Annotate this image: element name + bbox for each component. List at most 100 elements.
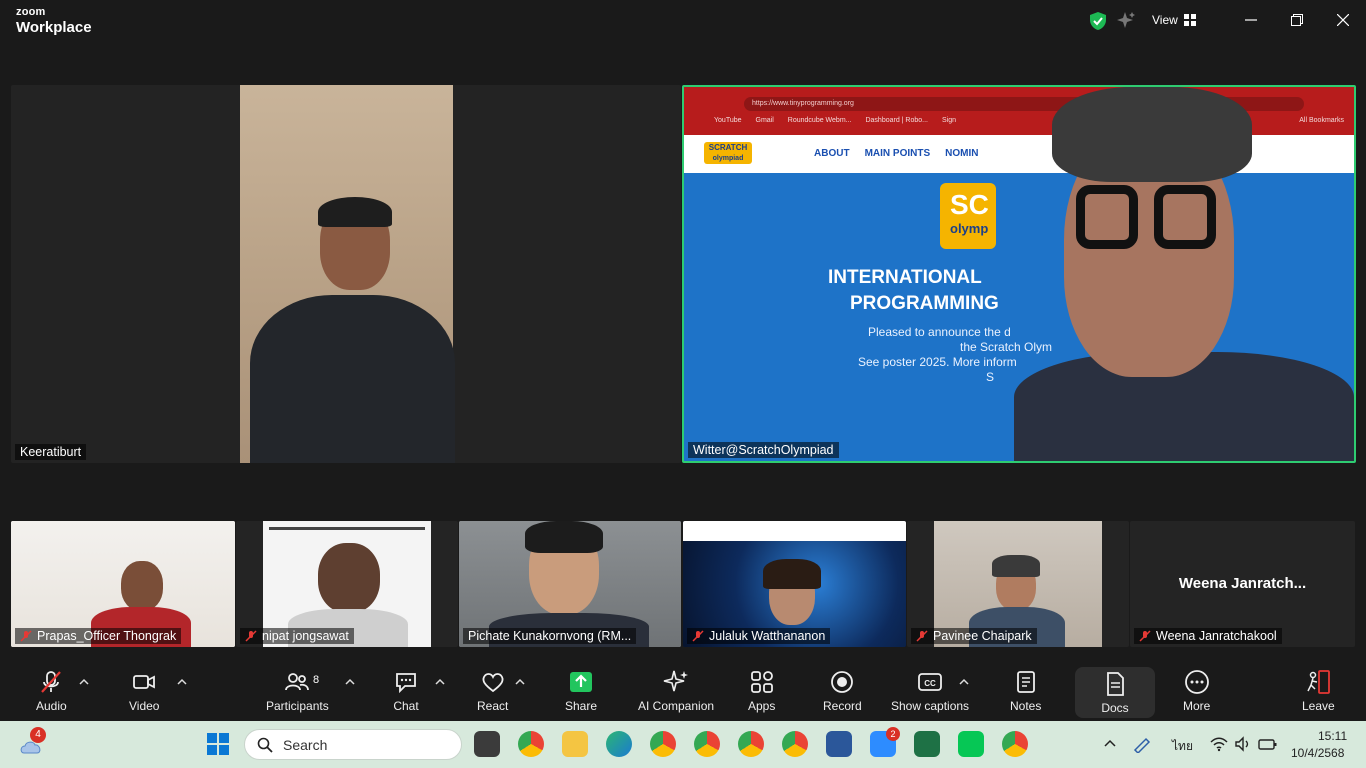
leave-icon [1307, 670, 1331, 694]
leave-label: Leave [1302, 699, 1335, 713]
participants-icon [285, 673, 310, 691]
input-language[interactable]: ไทย [1172, 737, 1193, 756]
chrome-profile-icon[interactable] [1002, 731, 1028, 757]
participant-name: Pichate Kunakornvong (RM... [468, 629, 632, 643]
volume-icon[interactable] [1234, 736, 1252, 752]
notes-icon [1016, 671, 1035, 693]
line-icon[interactable] [958, 731, 984, 757]
word-icon[interactable] [826, 731, 852, 757]
chat-button[interactable]: Chat [393, 669, 419, 713]
gallery-tile-weena[interactable]: Weena Janratch... Weena Janratchakool [1130, 521, 1355, 647]
gallery-tile-pichate[interactable]: Pichate Kunakornvong (RM... [459, 521, 681, 647]
svg-text:CC: CC [924, 679, 936, 688]
chrome-icon[interactable] [518, 731, 544, 757]
gallery-tile-pavinee[interactable]: Pavinee Chaipark [907, 521, 1129, 647]
more-button[interactable]: More [1183, 669, 1210, 713]
chrome-profile-icon[interactable] [782, 731, 808, 757]
participant-shirt [250, 295, 455, 463]
chrome-profile-icon[interactable] [694, 731, 720, 757]
video-button[interactable]: Video [129, 669, 159, 713]
captions-options-chevron-icon[interactable] [959, 677, 969, 687]
docs-button[interactable]: Docs [1075, 667, 1155, 718]
chrome-profile-icon[interactable] [738, 731, 764, 757]
search-placeholder: Search [283, 736, 328, 753]
battery-icon[interactable] [1258, 736, 1278, 752]
speaker-hair [1052, 87, 1252, 182]
share-label: Share [565, 699, 598, 713]
audio-label: Audio [36, 699, 67, 713]
apps-label: Apps [748, 699, 776, 713]
gallery-tile-nipat[interactable]: nipat jongsawat [236, 521, 458, 647]
record-button[interactable]: Record [823, 669, 862, 713]
taskbar-search[interactable]: Search [244, 729, 462, 760]
share-button[interactable]: Share [565, 669, 597, 713]
participant-hair [525, 521, 603, 553]
pen-input-icon[interactable] [1132, 735, 1154, 753]
wifi-icon[interactable] [1210, 736, 1228, 752]
site-nav-links: ABOUT MAIN POINTS NOMIN [814, 148, 978, 159]
audio-options-chevron-icon[interactable] [79, 677, 89, 687]
record-icon [831, 671, 854, 693]
participant-face [121, 561, 163, 611]
bookmark: Gmail [755, 117, 774, 124]
muted-mic-icon [41, 671, 62, 693]
clock-time[interactable]: 15:11 [1318, 729, 1347, 743]
excel-icon[interactable] [914, 731, 940, 757]
edge-icon[interactable] [606, 731, 632, 757]
audio-button[interactable]: Audio [36, 669, 67, 713]
zoom-window: zoom Workplace View Keeratiburt https://… [0, 0, 1366, 768]
name-label: Witter@ScratchOlympiad [688, 442, 839, 458]
name-label: Julaluk Watthananon [687, 628, 831, 644]
nav-main-points: MAIN POINTS [864, 148, 931, 159]
app-logo: zoom Workplace [16, 6, 92, 36]
participant-hair [992, 555, 1040, 577]
windows-start-icon[interactable] [206, 732, 230, 756]
name-label: nipat jongsawat [240, 628, 354, 644]
close-button[interactable] [1329, 8, 1357, 32]
bookmark: Roundcube Webm... [787, 117, 852, 124]
encryption-shield-icon[interactable] [1088, 11, 1108, 31]
logo-top: SCRATCH [708, 143, 748, 152]
brand-line2: Workplace [16, 19, 92, 36]
ai-companion-button[interactable]: AI Companion [638, 669, 714, 713]
participants-options-chevron-icon[interactable] [345, 677, 355, 687]
video-tile-keeratiburt[interactable]: Keeratiburt [11, 85, 681, 463]
participant-name: Pavinee Chaipark [933, 629, 1032, 643]
leave-button[interactable]: Leave [1302, 669, 1335, 713]
zoom-badge: 2 [886, 727, 900, 741]
video-tile-witter[interactable]: https://www.tinyprogramming.org YouTube … [682, 85, 1356, 463]
muted-mic-icon [1139, 630, 1151, 642]
clock-date[interactable]: 10/4/2568 [1291, 746, 1344, 760]
minimize-button[interactable] [1237, 8, 1265, 32]
minimize-icon [1245, 19, 1257, 21]
name-label: Pavinee Chaipark [911, 628, 1037, 644]
chrome-profile-icon[interactable] [650, 731, 676, 757]
react-options-chevron-icon[interactable] [515, 677, 525, 687]
apps-button[interactable]: Apps [748, 669, 775, 713]
record-label: Record [823, 699, 862, 713]
gallery-tile-prapas[interactable]: Prapas_Officer Thongrak [11, 521, 235, 647]
file-explorer-icon[interactable] [562, 731, 588, 757]
show-captions-button[interactable]: CC Show captions [891, 669, 969, 713]
heart-icon [482, 673, 504, 693]
search-icon [257, 737, 273, 753]
restore-button[interactable] [1283, 8, 1311, 32]
brand-line1: zoom [16, 6, 46, 18]
ai-sparkle-icon[interactable] [1117, 11, 1135, 29]
chat-options-chevron-icon[interactable] [435, 677, 445, 687]
participants-button[interactable]: Participants [266, 669, 329, 713]
video-options-chevron-icon[interactable] [177, 677, 187, 687]
view-button[interactable]: View [1152, 10, 1196, 30]
notes-button[interactable]: Notes [1010, 669, 1041, 713]
react-button[interactable]: React [477, 669, 508, 713]
tray-overflow-chevron-icon[interactable] [1104, 738, 1116, 750]
shared-bookmarks: YouTube Gmail Roundcube Webm... Dashboar… [714, 117, 956, 124]
chat-icon [396, 673, 416, 694]
gallery-tile-julaluk[interactable]: Julaluk Watthananon [683, 521, 906, 647]
nav-about: ABOUT [814, 148, 850, 159]
meeting-toolbar: Audio Video Participants 8 Chat React Sh… [0, 661, 1366, 721]
task-view-icon[interactable] [474, 731, 500, 757]
glasses-left [1076, 185, 1138, 249]
bookmark: YouTube [714, 117, 742, 124]
react-label: React [477, 699, 509, 713]
